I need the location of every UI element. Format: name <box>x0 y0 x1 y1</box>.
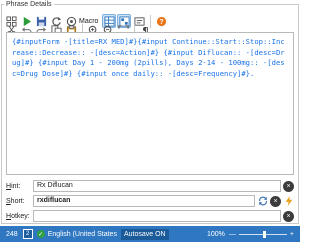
zoom-slider-track[interactable] <box>238 230 287 238</box>
lightning-button[interactable] <box>283 196 294 207</box>
autosave-status[interactable]: Autosave ON <box>120 228 169 240</box>
phrase-content[interactable]: {#inputForm -[title=RX MED]#}{#input Con… <box>12 37 288 79</box>
hint-row: Hint: Rx Diflucan × <box>6 180 294 192</box>
status-box[interactable]: 2 <box>22 229 33 239</box>
hint-clear-button[interactable]: × <box>283 180 294 192</box>
close-icon: × <box>273 197 278 205</box>
check-icon: ✓ <box>36 230 45 238</box>
language-indicator[interactable]: ✓ English (United States <box>36 230 117 238</box>
zoom-slider[interactable]: — + <box>229 230 294 238</box>
sync-icon <box>258 196 267 206</box>
short-row: Short: rxdiflucan × <box>6 195 294 207</box>
zoom-slider-thumb[interactable] <box>262 230 266 238</box>
hotkey-label: Hotkey: <box>6 212 30 220</box>
close-icon: × <box>286 182 291 190</box>
hint-label: Hint: <box>6 182 21 190</box>
hotkey-field[interactable] <box>33 210 281 222</box>
phrase-editor[interactable]: {#inputForm -[title=RX MED]#}{#input Con… <box>6 32 294 175</box>
sync-button[interactable] <box>257 196 268 207</box>
short-clear-button[interactable]: × <box>270 195 281 207</box>
status-bar: 248 2 ✓ English (United States Autosave … <box>0 226 300 242</box>
zoom-out-button[interactable]: — <box>229 231 236 238</box>
hint-field[interactable]: Rx Diflucan <box>33 180 281 192</box>
group-title: Phrase Details <box>4 1 54 8</box>
hotkey-clear-button[interactable]: × <box>283 210 294 222</box>
lightning-icon <box>285 196 292 206</box>
close-icon: × <box>286 212 291 220</box>
hotkey-row: Hotkey: × <box>6 210 294 222</box>
language-label: English (United States <box>47 230 117 238</box>
zoom-in-button[interactable]: + <box>290 231 294 238</box>
short-label: Short: <box>6 197 25 205</box>
zoom-level: 100% <box>207 230 225 238</box>
short-field[interactable]: rxdiflucan <box>33 195 255 207</box>
character-count: 248 <box>6 230 18 238</box>
